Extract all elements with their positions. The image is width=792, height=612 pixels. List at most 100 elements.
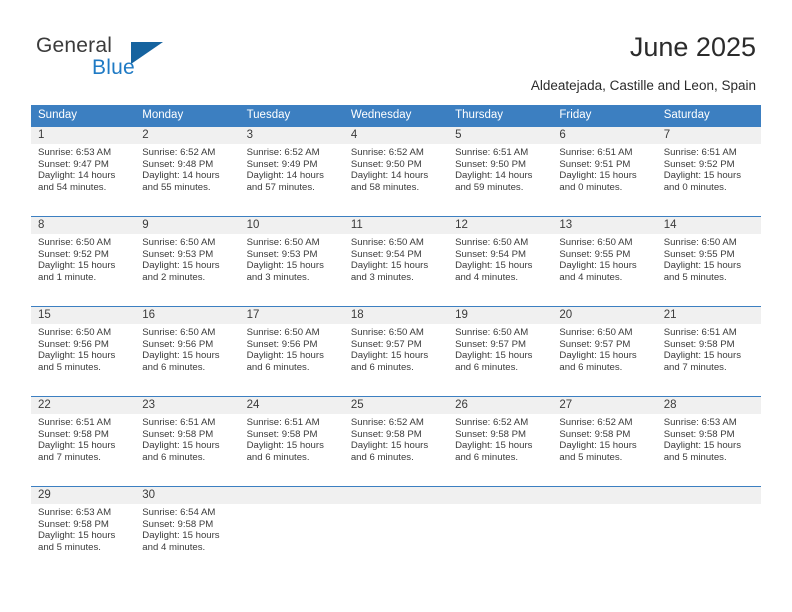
daylight-text-line1: Daylight: 15 hours (142, 350, 220, 362)
page-subtitle-location: Aldeatejada, Castille and Leon, Spain (530, 78, 756, 93)
sunrise-text: Sunrise: 6:53 AM (38, 507, 112, 518)
day-cell[interactable]: 21 Sunrise: 6:51 AM Sunset: 9:58 PM Dayl… (657, 307, 761, 396)
daylight-text-line2: and 6 minutes. (455, 361, 519, 373)
daylight-text-line1: Daylight: 15 hours (246, 260, 324, 272)
sunset-text: Sunset: 9:55 PM (663, 248, 735, 260)
sunrise-text: Sunrise: 6:52 AM (455, 417, 529, 428)
daylight-text-line2: and 4 minutes. (455, 271, 519, 283)
sunrise-text: Sunrise: 6:51 AM (663, 147, 737, 158)
daylight-text-line2: and 5 minutes. (38, 541, 101, 553)
day-cell[interactable]: 13 Sunrise: 6:50 AM Sunset: 9:55 PM Dayl… (552, 217, 656, 306)
sunrise-text: Sunrise: 6:52 AM (350, 417, 424, 428)
daylight-text-line1: Daylight: 15 hours (246, 350, 324, 362)
day-cell[interactable]: 27 Sunrise: 6:52 AM Sunset: 9:58 PM Dayl… (552, 397, 656, 486)
day-number: 12 (455, 219, 468, 231)
day-number: 22 (38, 399, 51, 411)
day-cell[interactable]: 28 Sunrise: 6:53 AM Sunset: 9:58 PM Dayl… (657, 397, 761, 486)
day-cell[interactable]: 3 Sunrise: 6:52 AM Sunset: 9:49 PM Dayli… (240, 127, 344, 216)
daylight-text-line2: and 6 minutes. (350, 451, 414, 463)
calendar-week-row: 22 Sunrise: 6:51 AM Sunset: 9:58 PM Dayl… (31, 396, 761, 486)
day-info: Sunrise: 6:53 AM Sunset: 9:58 PM Dayligh… (38, 507, 129, 553)
daylight-text-line1: Daylight: 15 hours (559, 440, 637, 452)
day-number: 6 (559, 129, 566, 141)
daylight-text-line1: Daylight: 15 hours (142, 530, 220, 542)
sunset-text: Sunset: 9:58 PM (38, 428, 109, 440)
weekday-header-friday: Friday (559, 109, 592, 121)
day-cell[interactable]: 10 Sunrise: 6:50 AM Sunset: 9:53 PM Dayl… (240, 217, 344, 306)
day-info: Sunrise: 6:52 AM Sunset: 9:48 PM Dayligh… (142, 147, 233, 193)
daylight-text-line1: Daylight: 15 hours (38, 530, 116, 542)
daylight-text-line2: and 6 minutes. (142, 361, 206, 373)
day-cell[interactable]: 8 Sunrise: 6:50 AM Sunset: 9:52 PM Dayli… (31, 217, 135, 306)
day-cell[interactable]: 2 Sunrise: 6:52 AM Sunset: 9:48 PM Dayli… (135, 127, 239, 216)
daylight-text-line2: and 4 minutes. (559, 271, 623, 283)
day-info: Sunrise: 6:51 AM Sunset: 9:51 PM Dayligh… (559, 147, 650, 193)
day-info: Sunrise: 6:50 AM Sunset: 9:57 PM Dayligh… (351, 327, 442, 373)
day-cell[interactable]: 18 Sunrise: 6:50 AM Sunset: 9:57 PM Dayl… (344, 307, 448, 396)
daylight-text-line1: Daylight: 15 hours (350, 350, 429, 362)
day-cell[interactable]: 14 Sunrise: 6:50 AM Sunset: 9:55 PM Dayl… (657, 217, 761, 306)
day-cell[interactable]: 7 Sunrise: 6:51 AM Sunset: 9:52 PM Dayli… (657, 127, 761, 216)
logo-text-blue: Blue (92, 56, 135, 79)
day-number: 10 (246, 219, 260, 231)
day-cell[interactable]: 19 Sunrise: 6:50 AM Sunset: 9:57 PM Dayl… (448, 307, 552, 396)
day-number: 27 (559, 399, 573, 411)
sunrise-text: Sunrise: 6:50 AM (455, 327, 529, 338)
weekday-header-tuesday: Tuesday (246, 109, 291, 121)
day-cell[interactable]: 24 Sunrise: 6:51 AM Sunset: 9:58 PM Dayl… (240, 397, 344, 486)
sunset-text: Sunset: 9:58 PM (142, 518, 214, 530)
daylight-text-line1: Daylight: 15 hours (663, 440, 742, 452)
calendar-week-row: 15 Sunrise: 6:50 AM Sunset: 9:56 PM Dayl… (31, 306, 761, 396)
day-cell[interactable]: 15 Sunrise: 6:50 AM Sunset: 9:56 PM Dayl… (31, 307, 135, 396)
day-cell[interactable]: 1 Sunrise: 6:53 AM Sunset: 9:47 PM Dayli… (31, 127, 135, 216)
day-number: 15 (38, 309, 51, 321)
day-info: Sunrise: 6:50 AM Sunset: 9:52 PM Dayligh… (38, 237, 129, 283)
day-cell[interactable]: 25 Sunrise: 6:52 AM Sunset: 9:58 PM Dayl… (344, 397, 448, 486)
day-info: Sunrise: 6:53 AM Sunset: 9:47 PM Dayligh… (38, 147, 129, 193)
daylight-text-line2: and 59 minutes. (455, 181, 524, 193)
day-number: 5 (455, 129, 462, 141)
day-info: Sunrise: 6:51 AM Sunset: 9:52 PM Dayligh… (664, 147, 755, 193)
sunrise-text: Sunrise: 6:50 AM (246, 327, 320, 338)
day-cell[interactable]: 12 Sunrise: 6:50 AM Sunset: 9:54 PM Dayl… (448, 217, 552, 306)
day-number: 28 (663, 399, 677, 411)
day-cell[interactable]: 5 Sunrise: 6:51 AM Sunset: 9:50 PM Dayli… (448, 127, 552, 216)
sunrise-text: Sunrise: 6:51 AM (455, 147, 529, 158)
day-number: 11 (350, 219, 363, 231)
weekday-header-wednesday: Wednesday (350, 109, 412, 121)
sunset-text: Sunset: 9:58 PM (246, 428, 318, 440)
day-cell[interactable]: 17 Sunrise: 6:50 AM Sunset: 9:56 PM Dayl… (240, 307, 344, 396)
sunset-text: Sunset: 9:52 PM (38, 248, 109, 260)
generalblue-logo[interactable]: General Blue (36, 34, 216, 90)
day-number: 3 (246, 129, 253, 141)
day-cell[interactable]: 22 Sunrise: 6:51 AM Sunset: 9:58 PM Dayl… (31, 397, 135, 486)
daylight-text-line1: Daylight: 15 hours (455, 260, 533, 272)
daylight-text-line2: and 58 minutes. (350, 181, 420, 193)
day-cell[interactable]: 20 Sunrise: 6:50 AM Sunset: 9:57 PM Dayl… (552, 307, 656, 396)
sunset-text: Sunset: 9:54 PM (350, 248, 422, 260)
sunrise-text: Sunrise: 6:51 AM (663, 327, 737, 338)
day-cell[interactable]: 29 Sunrise: 6:53 AM Sunset: 9:58 PM Dayl… (31, 487, 135, 576)
day-cell[interactable]: 26 Sunrise: 6:52 AM Sunset: 9:58 PM Dayl… (448, 397, 552, 486)
day-cell[interactable]: 16 Sunrise: 6:50 AM Sunset: 9:56 PM Dayl… (135, 307, 239, 396)
sunset-text: Sunset: 9:58 PM (663, 338, 735, 350)
daylight-text-line1: Daylight: 15 hours (559, 260, 637, 272)
day-info: Sunrise: 6:50 AM Sunset: 9:57 PM Dayligh… (455, 327, 546, 373)
daylight-text-line2: and 54 minutes. (38, 181, 107, 193)
sunset-text: Sunset: 9:57 PM (455, 338, 527, 350)
day-cell[interactable]: 23 Sunrise: 6:51 AM Sunset: 9:58 PM Dayl… (135, 397, 239, 486)
sunset-text: Sunset: 9:58 PM (142, 428, 214, 440)
day-cell[interactable]: 6 Sunrise: 6:51 AM Sunset: 9:51 PM Dayli… (552, 127, 656, 216)
day-number (664, 487, 755, 504)
day-cell-empty (657, 487, 761, 576)
day-info: Sunrise: 6:51 AM Sunset: 9:58 PM Dayligh… (247, 417, 338, 463)
daylight-text-line2: and 6 minutes. (142, 451, 206, 463)
day-cell[interactable]: 4 Sunrise: 6:52 AM Sunset: 9:50 PM Dayli… (344, 127, 448, 216)
day-number: 1 (38, 129, 45, 141)
day-cell[interactable]: 30 Sunrise: 6:54 AM Sunset: 9:58 PM Dayl… (135, 487, 239, 576)
day-cell[interactable]: 9 Sunrise: 6:50 AM Sunset: 9:53 PM Dayli… (135, 217, 239, 306)
daylight-text-line2: and 3 minutes. (246, 271, 310, 283)
day-cell[interactable]: 11 Sunrise: 6:50 AM Sunset: 9:54 PM Dayl… (344, 217, 448, 306)
sunrise-text: Sunrise: 6:53 AM (663, 417, 737, 428)
daylight-text-line2: and 6 minutes. (350, 361, 414, 373)
